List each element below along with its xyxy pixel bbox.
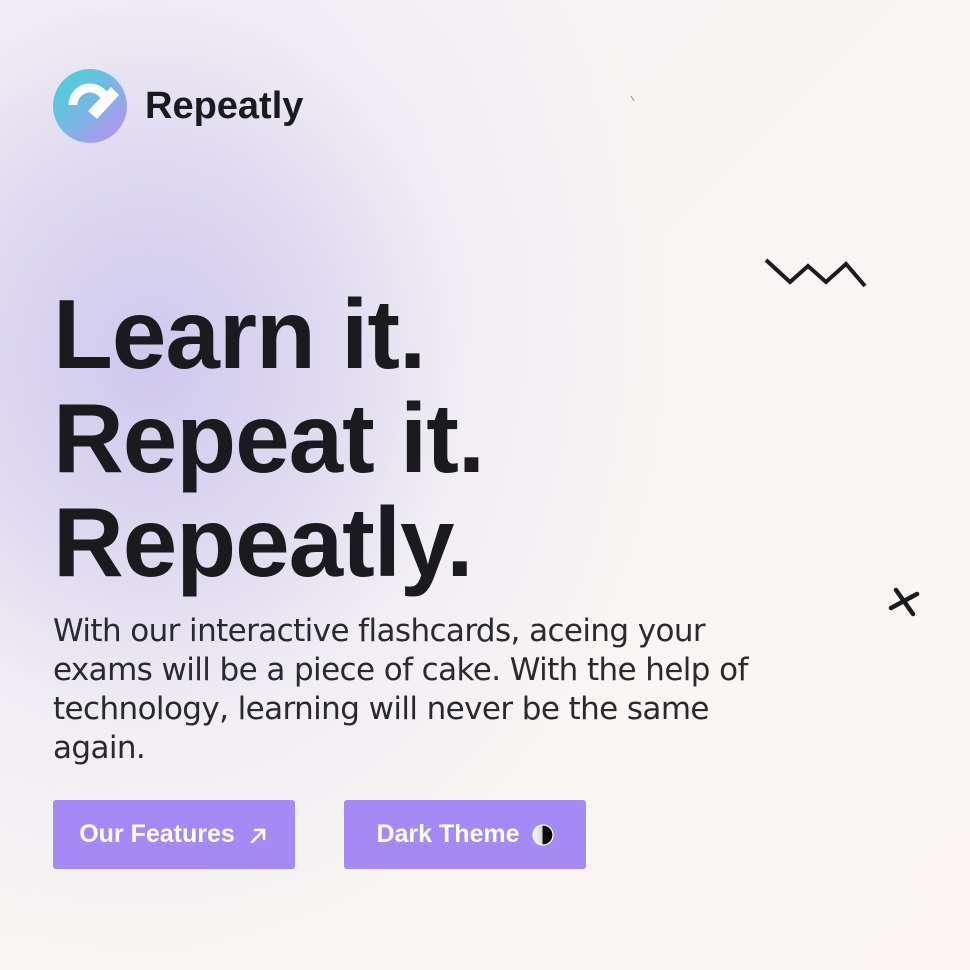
dark-theme-label: Dark Theme [376,820,520,848]
zigzag-icon [764,258,867,288]
brand-name: Repeatly [145,84,304,127]
half-circle-contrast-icon [531,823,554,846]
hero-description: With our interactive flashcards, aceing … [53,613,748,766]
brand-logo[interactable]: Repeatly [53,69,303,143]
our-features-label: Our Features [79,820,235,848]
our-features-button[interactable]: Our Features [53,800,295,869]
hero-title-line: Learn it. [53,279,426,389]
dark-theme-button[interactable]: Dark Theme [344,800,586,869]
hero-title: Learn it. Repeat it. Repeatly. [53,279,485,597]
tick-decoration-icon [630,95,635,102]
arrow-up-right-icon [250,828,266,843]
repeatly-logo-icon [53,69,127,143]
hero-title-line: Repeatly. [53,487,473,597]
hero-title-line: Repeat it. [53,383,485,493]
cross-icon [888,587,920,617]
